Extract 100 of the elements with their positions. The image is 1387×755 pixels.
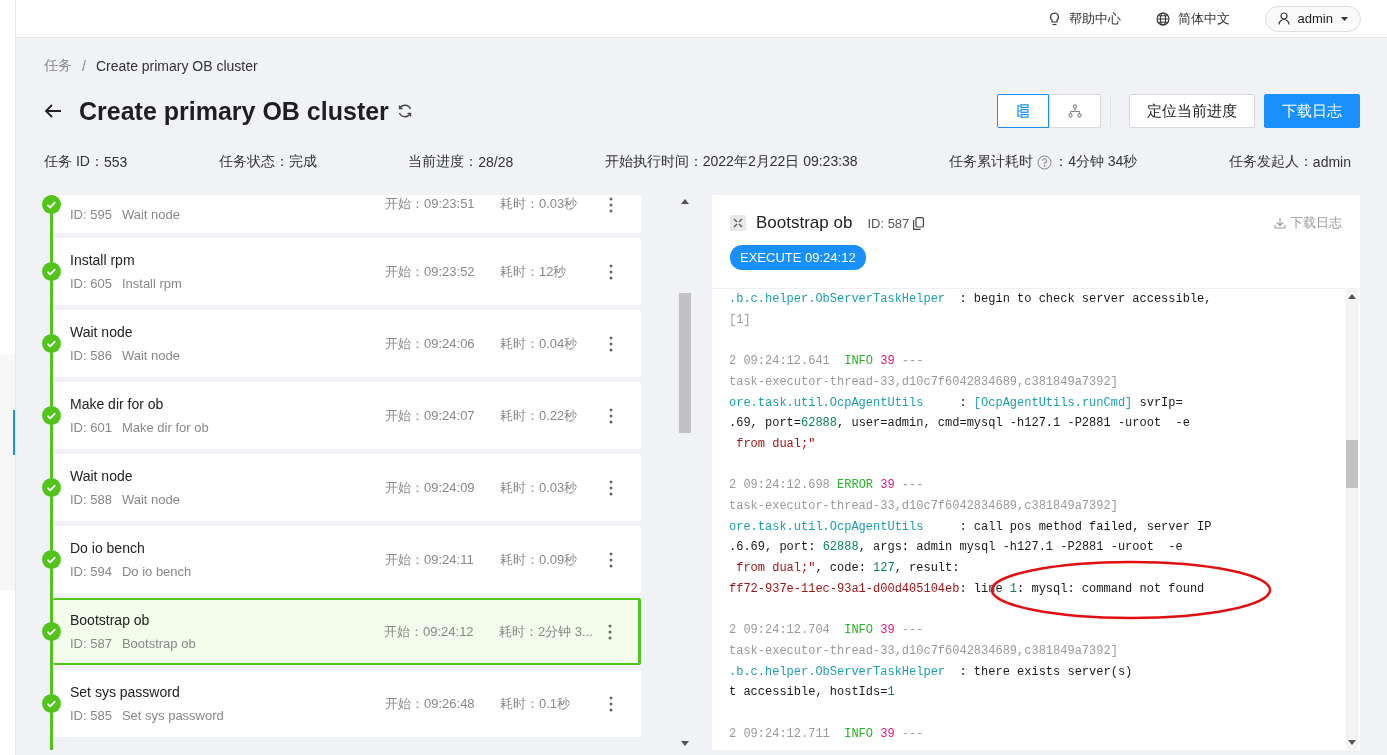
log-line: [1] bbox=[729, 311, 752, 329]
info-label: 当前进度： bbox=[408, 153, 479, 171]
info-label: 任务 ID： bbox=[44, 153, 104, 171]
scroll-down-arrow-icon[interactable] bbox=[1348, 740, 1356, 745]
task-card[interactable]: Wait node ID: 586 Wait node 开始：09:24:06 耗时：0.04秒 bbox=[53, 310, 641, 377]
detail-id: ID: 587 bbox=[867, 215, 910, 231]
task-name: Set sys password bbox=[121, 708, 224, 723]
status-badge: EXECUTE 09:24:12 bbox=[730, 245, 866, 270]
task-name: Install rpm bbox=[121, 276, 182, 291]
back-arrow-icon[interactable] bbox=[44, 103, 62, 119]
info-label: 任务累计耗时 bbox=[949, 153, 1034, 171]
task-name: Wait node bbox=[121, 348, 180, 363]
list-view-icon bbox=[1017, 104, 1029, 118]
task-duration: 耗时：0.09秒 bbox=[500, 550, 579, 569]
info-value: 2022年2月22日 09:23:38 bbox=[702, 153, 858, 171]
tree-view-icon bbox=[1068, 104, 1082, 118]
detail-title: Bootstrap ob bbox=[756, 213, 853, 233]
more-options-icon[interactable] bbox=[609, 695, 613, 712]
task-card[interactable]: Make dir for ob ID: 601 Make dir for ob 开始：09:24:07 耗时：0.22秒 bbox=[53, 382, 641, 449]
log-line: t accessible, hostIds=1 bbox=[729, 684, 896, 702]
check-circle-icon bbox=[42, 406, 61, 425]
task-duration: 耗时：0.04秒 bbox=[500, 334, 579, 353]
task-card[interactable]: Install rpm ID: 605 Install rpm 开始：09:23:52 耗时：12秒 bbox=[53, 238, 641, 305]
user-menu[interactable]: admin bbox=[1264, 5, 1361, 32]
help-center-link[interactable]: 帮助中心 bbox=[1047, 9, 1121, 28]
more-options-icon[interactable] bbox=[609, 263, 613, 280]
task-title: Wait node bbox=[70, 468, 134, 484]
task-name: Wait node bbox=[121, 207, 180, 222]
tree-view-toggle[interactable] bbox=[1049, 94, 1101, 128]
more-options-icon[interactable] bbox=[609, 197, 613, 213]
scrollbar-thumb[interactable] bbox=[1346, 440, 1358, 488]
task-id: ID: 587 bbox=[70, 636, 112, 651]
scroll-up-arrow-icon[interactable] bbox=[1348, 294, 1356, 299]
task-start-time: 开始：09:24:09 bbox=[385, 478, 476, 497]
log-line: ore.task.util.OcpAgentUtils : call pos method failed, server IP bbox=[729, 518, 1213, 536]
more-options-icon[interactable] bbox=[609, 407, 613, 424]
log-line: task-executor-thread-33,d10c7f6042834689,c381849a7392] bbox=[729, 373, 1119, 391]
breadcrumb-current: Create primary OB cluster bbox=[95, 58, 258, 74]
help-icon[interactable] bbox=[1037, 154, 1053, 170]
log-line: 2 09:24:12.641 INFO 39 --- bbox=[729, 353, 925, 371]
log-line: .6.69, port: 62888, args: admin mysql -h127.1 -P2881 -uroot -e bbox=[729, 539, 1184, 557]
check-circle-icon bbox=[42, 622, 61, 641]
task-id: ID: 601 bbox=[70, 420, 112, 435]
task-title: Bootstrap ob bbox=[70, 612, 151, 628]
more-options-icon[interactable] bbox=[609, 551, 613, 568]
more-options-icon[interactable] bbox=[609, 335, 613, 352]
check-circle-icon bbox=[42, 195, 61, 214]
task-id: ID: 605 bbox=[70, 276, 112, 291]
check-circle-icon bbox=[42, 478, 61, 497]
active-indicator bbox=[13, 410, 15, 455]
breadcrumb-separator: / bbox=[82, 58, 86, 74]
info-value: admin bbox=[1312, 154, 1351, 170]
task-id: ID: 594 bbox=[70, 564, 112, 579]
log-line: task-executor-thread-33,d10c7f6042834689,c381849a7392] bbox=[729, 498, 1119, 515]
check-circle-icon bbox=[42, 334, 61, 353]
task-title: Do io bench bbox=[70, 540, 146, 556]
scrollbar-thumb[interactable] bbox=[679, 293, 691, 433]
task-title: Make dir for ob bbox=[70, 396, 165, 412]
log-line: from dual;" bbox=[735, 435, 817, 453]
task-title: Set sys password bbox=[70, 684, 181, 700]
more-options-icon[interactable] bbox=[609, 479, 613, 496]
info-label: 任务发起人： bbox=[1228, 153, 1313, 171]
locate-progress-button[interactable]: 定位当前进度 bbox=[1129, 94, 1255, 128]
scroll-down-arrow-icon[interactable] bbox=[681, 741, 689, 746]
task-duration: 耗时：12秒 bbox=[500, 262, 568, 281]
task-card[interactable]: Bootstrap ob ID: 587 Bootstrap ob 开始：09:24:12 耗时：2分钟 3... bbox=[53, 598, 641, 665]
language-menu[interactable]: 简体中文 bbox=[1155, 9, 1230, 28]
log-line: task-executor-thread-33,d10c7f6042834689,c381849a7392] bbox=[729, 642, 1119, 660]
copy-icon[interactable] bbox=[913, 216, 925, 230]
info-label: 开始执行时间： bbox=[604, 153, 703, 171]
task-card[interactable]: Set sys password ID: 585 Set sys password 开始：09:26:48 耗时：0.1秒 bbox=[53, 670, 641, 737]
globe-icon bbox=[1155, 11, 1170, 26]
task-card[interactable]: ID: 595 Wait node 开始：09:23:51 耗时：0.03秒 bbox=[53, 195, 641, 233]
task-name: Make dir for ob bbox=[121, 420, 209, 435]
info-value: ：4分钟 34秒 bbox=[1054, 153, 1138, 171]
task-start-time: 开始：09:23:52 bbox=[385, 262, 476, 281]
check-circle-icon bbox=[42, 694, 61, 713]
log-line: from dual;", code: 127, result: bbox=[735, 560, 961, 578]
page-title: Create primary OB cluster bbox=[79, 96, 389, 126]
task-title: Wait node bbox=[70, 324, 134, 340]
task-duration: 耗时：0.1秒 bbox=[500, 694, 572, 713]
more-options-icon[interactable] bbox=[608, 623, 612, 640]
collapse-icon[interactable] bbox=[730, 215, 746, 231]
lightbulb-icon bbox=[1047, 11, 1061, 26]
task-title: Install rpm bbox=[70, 252, 136, 268]
log-line: .b.c.helper.ObServerTaskHelper : begin to check server accessible, bbox=[729, 291, 1213, 308]
task-id: ID: 588 bbox=[70, 492, 112, 507]
task-duration: 耗时：2分钟 3... bbox=[499, 622, 594, 641]
scroll-up-arrow-icon[interactable] bbox=[681, 199, 689, 204]
list-view-toggle[interactable] bbox=[997, 94, 1049, 128]
task-duration: 耗时：0.22秒 bbox=[500, 406, 579, 425]
task-duration: 耗时：0.03秒 bbox=[500, 195, 579, 213]
info-label: 任务状态： bbox=[218, 153, 289, 171]
log-line: 2 09:24:12.711 INFO 39 --- bbox=[729, 725, 925, 743]
task-card[interactable]: Do io bench ID: 594 Do io bench 开始：09:24:11 耗时：0.09秒 bbox=[53, 526, 641, 593]
info-value: 553 bbox=[103, 154, 128, 170]
refresh-icon[interactable] bbox=[396, 103, 413, 119]
task-id: ID: 586 bbox=[70, 348, 112, 363]
check-circle-icon bbox=[42, 550, 61, 569]
task-card[interactable]: Wait node ID: 588 Wait node 开始：09:24:09 耗时：0.03秒 bbox=[53, 454, 641, 521]
